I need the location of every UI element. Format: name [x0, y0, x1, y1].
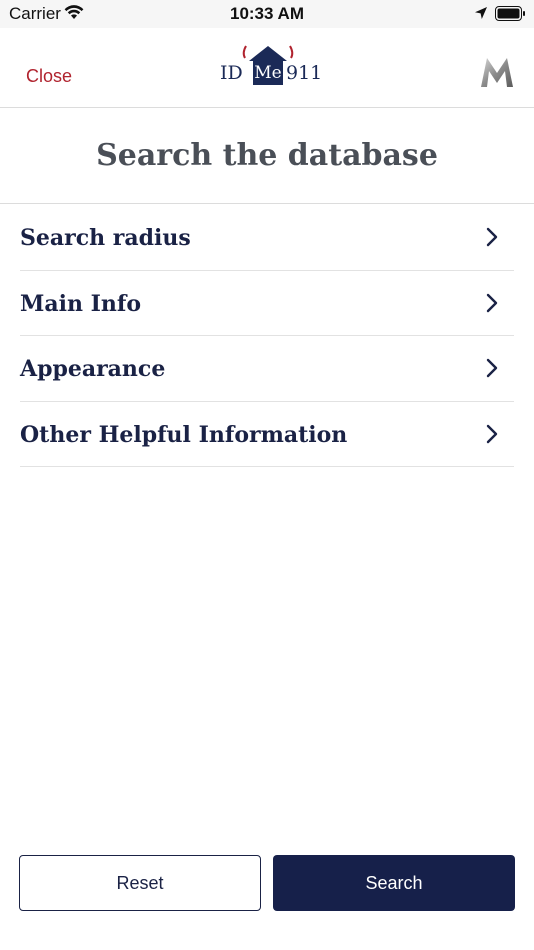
idme911-logo: ID Me 911	[218, 44, 322, 88]
search-button[interactable]: Search	[273, 855, 515, 911]
nav-bar: Close ID Me 911	[0, 28, 534, 108]
menu-item-appearance[interactable]: Appearance	[20, 336, 514, 402]
chevron-right-icon	[486, 227, 498, 247]
chevron-right-icon	[486, 358, 498, 378]
search-category-list: Search radius Main Info Appearance Other…	[20, 205, 514, 467]
logo-text-me: Me	[254, 63, 282, 83]
status-bar: Carrier 10:33 AM	[0, 0, 534, 28]
menu-item-search-radius[interactable]: Search radius	[20, 205, 514, 271]
menu-item-label: Appearance	[20, 356, 166, 382]
chevron-right-icon	[486, 293, 498, 312]
menu-item-label: Main Info	[20, 290, 142, 317]
brand-m-icon	[481, 58, 513, 87]
menu-item-label: Other Helpful Information	[20, 421, 348, 448]
battery-icon	[495, 6, 525, 21]
status-time: 10:33 AM	[229, 4, 304, 23]
location-arrow-icon	[475, 7, 487, 19]
reset-button[interactable]: Reset	[19, 855, 261, 911]
menu-item-main-info[interactable]: Main Info	[20, 271, 514, 336]
logo-text-911: 911	[286, 62, 323, 84]
menu-item-label: Search radius	[20, 225, 191, 251]
menu-item-other-helpful-information[interactable]: Other Helpful Information	[20, 402, 514, 467]
chevron-right-icon	[486, 424, 498, 443]
page-title: Search the database	[0, 108, 534, 204]
close-button[interactable]: Close	[26, 66, 72, 87]
